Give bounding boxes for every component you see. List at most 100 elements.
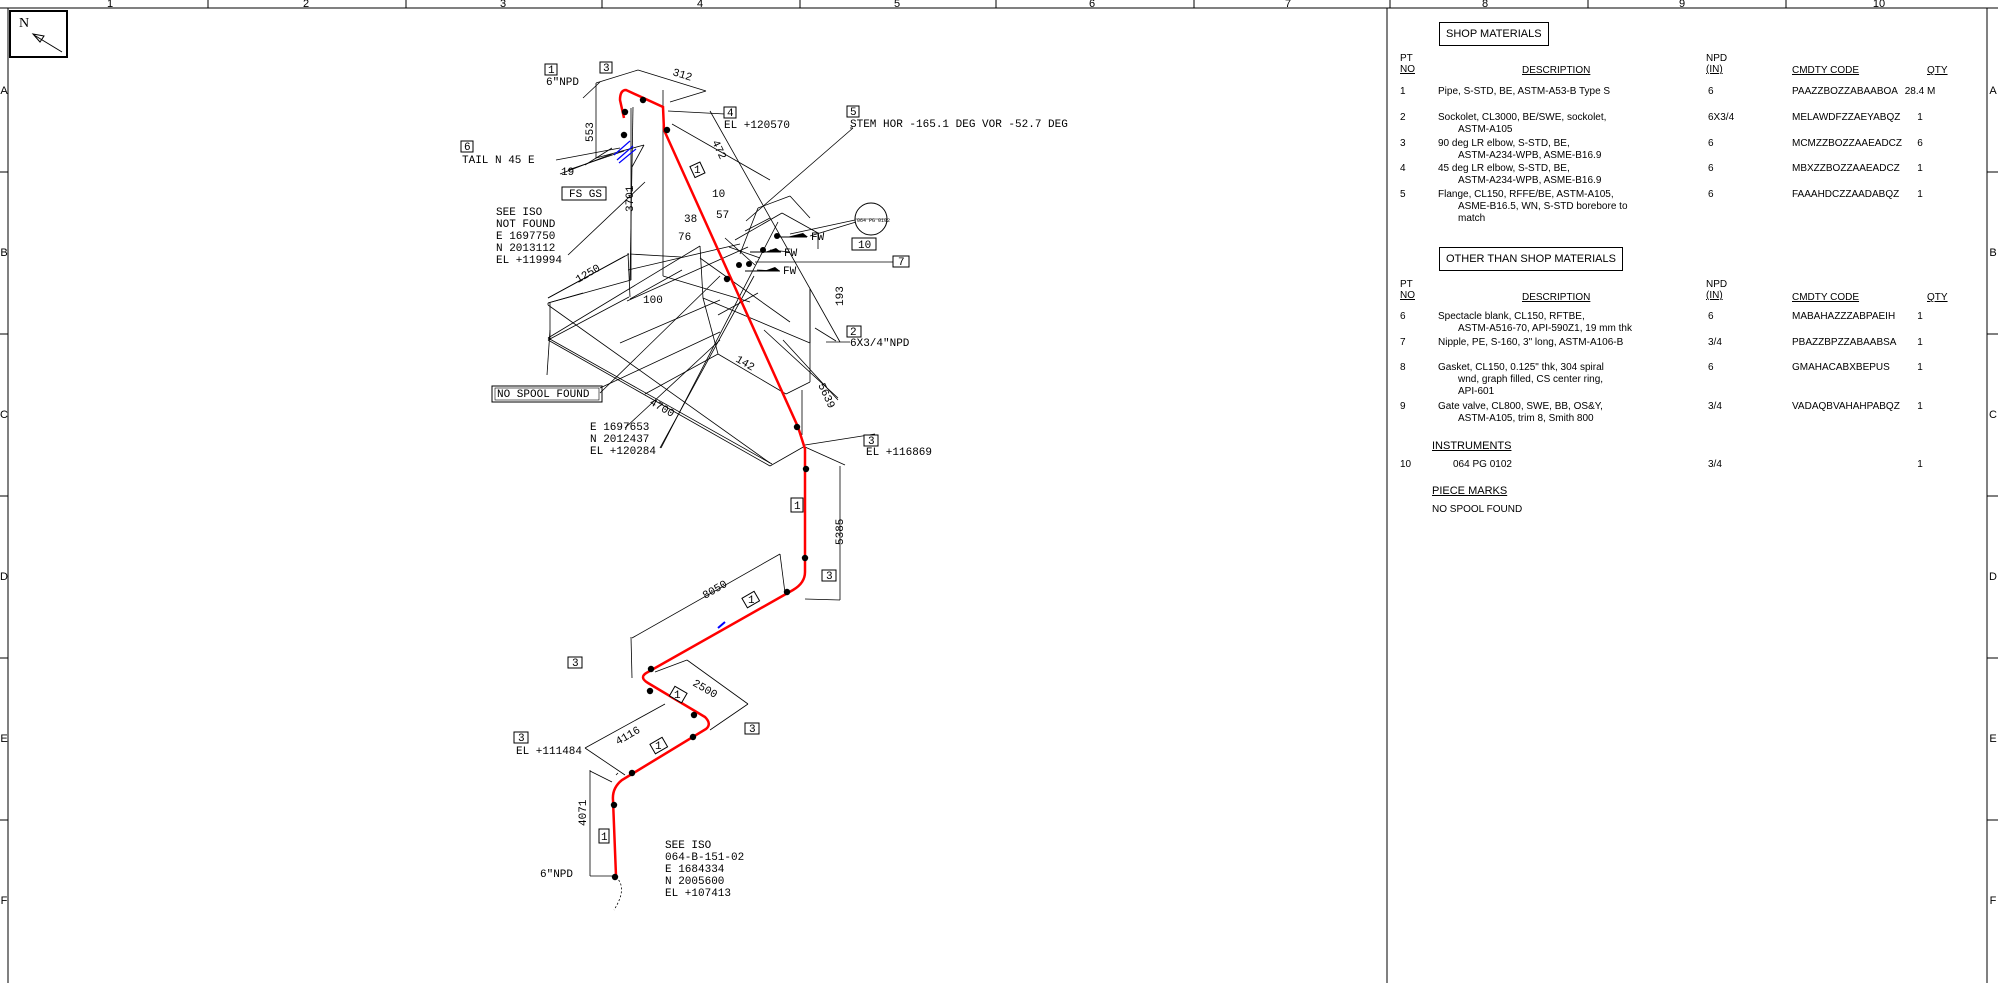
dimension-value: 4071	[578, 799, 590, 826]
callout-box: 1	[790, 497, 804, 513]
dimension-value: 312	[671, 67, 693, 84]
see-iso-top-label: EL +119994	[496, 255, 562, 267]
description: Gate valve, CL800, SWE, BB, OS&Y, ASTM-A1…	[1438, 401, 1603, 424]
svg-text:1: 1	[601, 832, 608, 844]
description: Flange, CL150, RFFE/BE, ASTM-A105, ASME-B…	[1438, 189, 1628, 224]
see-iso-top-label: SEE ISO	[496, 207, 543, 219]
see-iso-top-label: N 2013112	[496, 243, 555, 255]
dimension-value: 193	[835, 286, 847, 306]
npd: 3/4	[1708, 401, 1722, 412]
pt-no: 7	[1400, 337, 1406, 348]
cmdty-code: FAAAHDCZZAADABQZ	[1792, 189, 1900, 200]
other-materials-title: OTHER THAN SHOP MATERIALS	[1439, 247, 1623, 271]
qty-header: QTY	[1927, 292, 1948, 303]
dimension-value: 472	[708, 139, 727, 162]
dimension-value: 142	[733, 354, 756, 374]
npd: 6	[1708, 362, 1714, 373]
svg-text:3: 3	[868, 436, 875, 448]
callout-box: 3	[599, 61, 613, 75]
description: Pipe, S-STD, BE, ASTM-A53-B Type S	[1438, 86, 1611, 97]
piece-marks-title: PIECE MARKS	[1432, 485, 1508, 497]
svg-text:1: 1	[674, 690, 681, 702]
cmdty-code: GMAHACABXBEPUS	[1792, 362, 1890, 373]
svg-text:3: 3	[603, 63, 610, 75]
description-header: DESCRIPTION	[1522, 65, 1591, 76]
bill-of-materials-panel: SHOP MATERIALS PT NO DESCRIPTION NPD (IN…	[1387, 0, 1998, 983]
npd: 6	[1708, 311, 1714, 322]
grid-row-label: E	[0, 733, 7, 745]
description: 064 PG 0102	[1453, 459, 1512, 470]
no-spool-label: NO SPOOL FOUND	[497, 389, 590, 401]
svg-text:3: 3	[572, 658, 579, 670]
qty: 1	[1917, 362, 1923, 373]
dimension-value: 5639	[814, 382, 836, 411]
pt-no-header: PT NO	[1400, 53, 1415, 75]
fw-label: FW	[811, 232, 825, 244]
callout-box: 5	[846, 105, 860, 119]
svg-text:10: 10	[858, 240, 871, 252]
svg-text:5: 5	[850, 107, 857, 119]
dimension-value: 57	[716, 210, 729, 222]
dimension-value: 4700	[647, 397, 676, 421]
svg-text:3: 3	[749, 724, 756, 736]
svg-text:1: 1	[548, 65, 555, 77]
description: 45 deg LR elbow, S-STD, BE, ASTM-A234-WPB…	[1438, 163, 1602, 186]
fs-gs-label: FS GS	[569, 189, 602, 201]
svg-text:3: 3	[826, 571, 833, 583]
pt-no: 5	[1400, 189, 1406, 200]
dimension-value: 5385	[835, 519, 847, 545]
see-iso-bottom-label: 064-B-151-02	[665, 852, 744, 864]
callout-box: 3	[821, 569, 837, 583]
cmdty-code: VADAQBVAHAHPABQZ	[1792, 401, 1900, 412]
north-label: N	[19, 16, 29, 31]
callout-box: 4	[723, 106, 737, 120]
svg-text:6: 6	[464, 142, 471, 154]
qty: 1	[1917, 163, 1923, 174]
coord-mid-label: N 2012437	[590, 434, 649, 446]
description-header: DESCRIPTION	[1522, 292, 1591, 303]
npd: 3/4	[1708, 337, 1722, 348]
pt-no: 9	[1400, 401, 1406, 412]
npd-label-bottom: 6"NPD	[540, 869, 573, 881]
npd: 6	[1708, 138, 1714, 149]
callout-box: 1	[544, 63, 558, 77]
npd: 6	[1708, 163, 1714, 174]
pt-no: 8	[1400, 362, 1406, 373]
svg-text:1: 1	[794, 501, 801, 513]
cmdty-code: MABAHAZZZABPAEIH	[1792, 311, 1896, 322]
see-iso-top-label: NOT FOUND	[496, 219, 556, 231]
drawing-labels: 6"NPD EL +120570 STEM HOR -165.1 DEG VOR…	[462, 77, 1068, 900]
callout-box: 1	[649, 736, 669, 755]
description: Gasket, CL150, 0.125" thk, 304 spiral wnd…	[1438, 362, 1604, 397]
grid-col-label: 1	[107, 0, 113, 10]
npd-label-branch: 6X3/4"NPD	[850, 338, 910, 350]
cmdty-code: PBAZZBPZZABAABSA	[1792, 337, 1897, 348]
dimension-value: 1250	[574, 263, 603, 287]
see-iso-bottom-label: N 2005600	[665, 876, 724, 888]
see-iso-bottom-label: SEE ISO	[665, 840, 712, 852]
see-iso-bottom-label: EL +107413	[665, 888, 731, 900]
grid-col-label: 3	[500, 0, 506, 10]
pt-no-header: PT NO	[1400, 279, 1415, 301]
pt-no: 10	[1400, 459, 1412, 470]
qty: 1	[1917, 311, 1923, 322]
callout-box: 6	[460, 140, 474, 154]
npd-header: NPD (IN)	[1706, 279, 1728, 301]
pt-no: 4	[1400, 163, 1406, 174]
qty-header: QTY	[1927, 65, 1948, 76]
dimension-value: 3701	[625, 185, 637, 212]
grid-row-label: A	[0, 85, 8, 97]
svg-text:4: 4	[727, 108, 734, 120]
cmdty-code: MCMZZBOZZAAEADCZ	[1792, 138, 1902, 149]
callout-box: 1	[741, 590, 761, 609]
pt-no: 1	[1400, 86, 1406, 97]
grid-col-label: 4	[697, 0, 703, 10]
description: Sockolet, CL3000, BE/SWE, sockolet, ASTM-…	[1438, 112, 1607, 135]
north-arrow-icon: N	[9, 10, 68, 58]
callout-box: 3	[513, 731, 529, 745]
elevation-label: EL +111484	[516, 746, 582, 758]
npd: 6	[1708, 86, 1714, 97]
callout-box: 1	[668, 685, 688, 704]
npd: 6	[1708, 189, 1714, 200]
cmdty-code: MELAWDFZZAEYABQZ	[1792, 112, 1901, 123]
